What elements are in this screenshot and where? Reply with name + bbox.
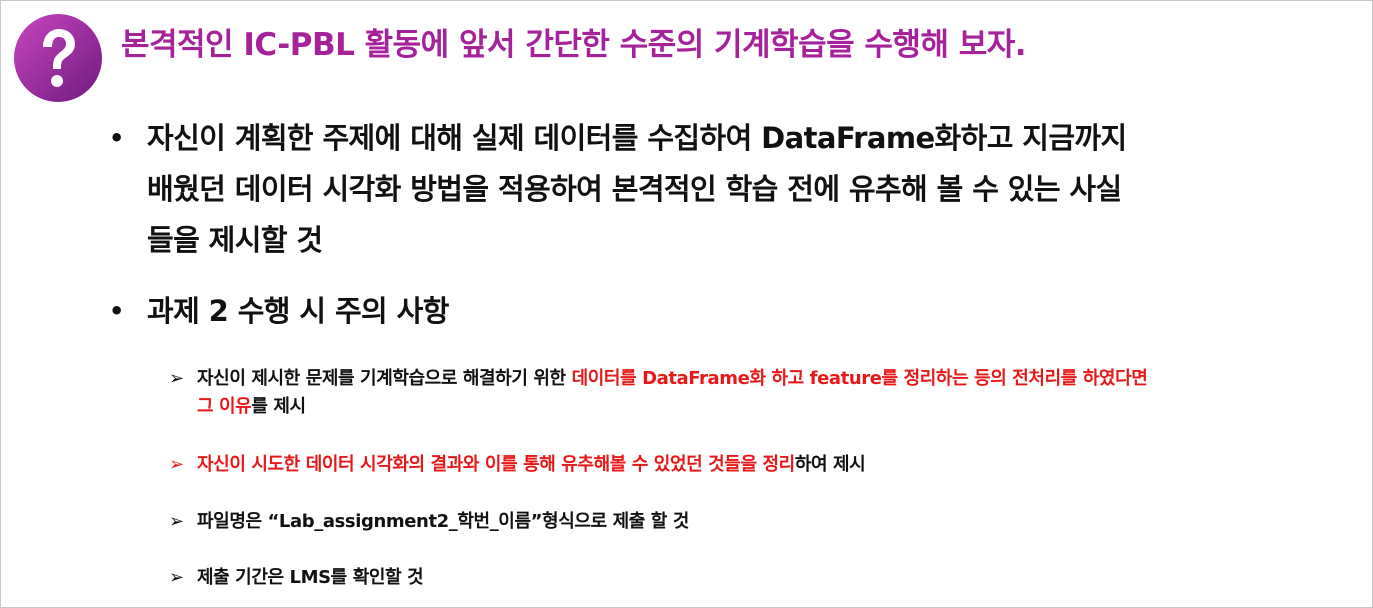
arrow-bullet-icon: ➢	[169, 454, 184, 475]
sub-item-text: 자신이 제시한 문제를 기계학습으로 해결하기 위한 데이터를 DataFram…	[197, 365, 1277, 421]
sub-item-text-part: 를 제시	[251, 396, 306, 417]
question-mark-icon	[14, 14, 102, 102]
bullet-line: 들을 제시할 것	[147, 223, 323, 257]
bullet-text: 자신이 계획한 주제에 대해 실제 데이터를 수집하여 DataFrame화하고…	[147, 113, 1297, 266]
arrow-bullet-icon: ➢	[169, 511, 184, 532]
sub-item-highlight: 데이터를 DataFrame화 하고 feature를 정리하는 등의 전처리를…	[571, 368, 1148, 389]
arrow-bullet-icon: ➢	[169, 567, 184, 588]
slide: 본격적인 IC-PBL 활동에 앞서 간단한 수준의 기계학습을 수행해 보자.…	[0, 0, 1373, 608]
arrow-bullet-icon: ➢	[169, 368, 184, 389]
sub-item-text-part: 하여 제시	[794, 454, 866, 475]
bullet-marker: •	[109, 124, 124, 152]
bullet-text: 과제 2 수행 시 주의 사항	[147, 294, 449, 328]
sub-item-text: 제출 기간은 LMS를 확인할 것	[197, 567, 424, 588]
bullet-line: 자신이 계획한 주제에 대해 실제 데이터를 수집하여 DataFrame화하고…	[147, 121, 1127, 155]
bullet-line: 배웠던 데이터 시각화 방법을 적용하여 본격적인 학습 전에 유추해 볼 수 …	[147, 172, 1122, 206]
page-title: 본격적인 IC-PBL 활동에 앞서 간단한 수준의 기계학습을 수행해 보자.	[121, 27, 1027, 63]
bullet-marker: •	[109, 297, 124, 325]
sub-item-text: 파일명은 “Lab_assignment2_학번_이름”형식으로 제출 할 것	[197, 511, 689, 532]
sub-item-highlight: 자신이 시도한 데이터 시각화의 결과와 이를 통해 유추해볼 수 있었던 것들…	[197, 454, 795, 475]
sub-item-highlight: 그 이유	[197, 396, 252, 417]
sub-item-text-part: 자신이 제시한 문제를 기계학습으로 해결하기 위한	[197, 368, 572, 389]
sub-item-text: 자신이 시도한 데이터 시각화의 결과와 이를 통해 유추해볼 수 있었던 것들…	[197, 451, 1277, 479]
